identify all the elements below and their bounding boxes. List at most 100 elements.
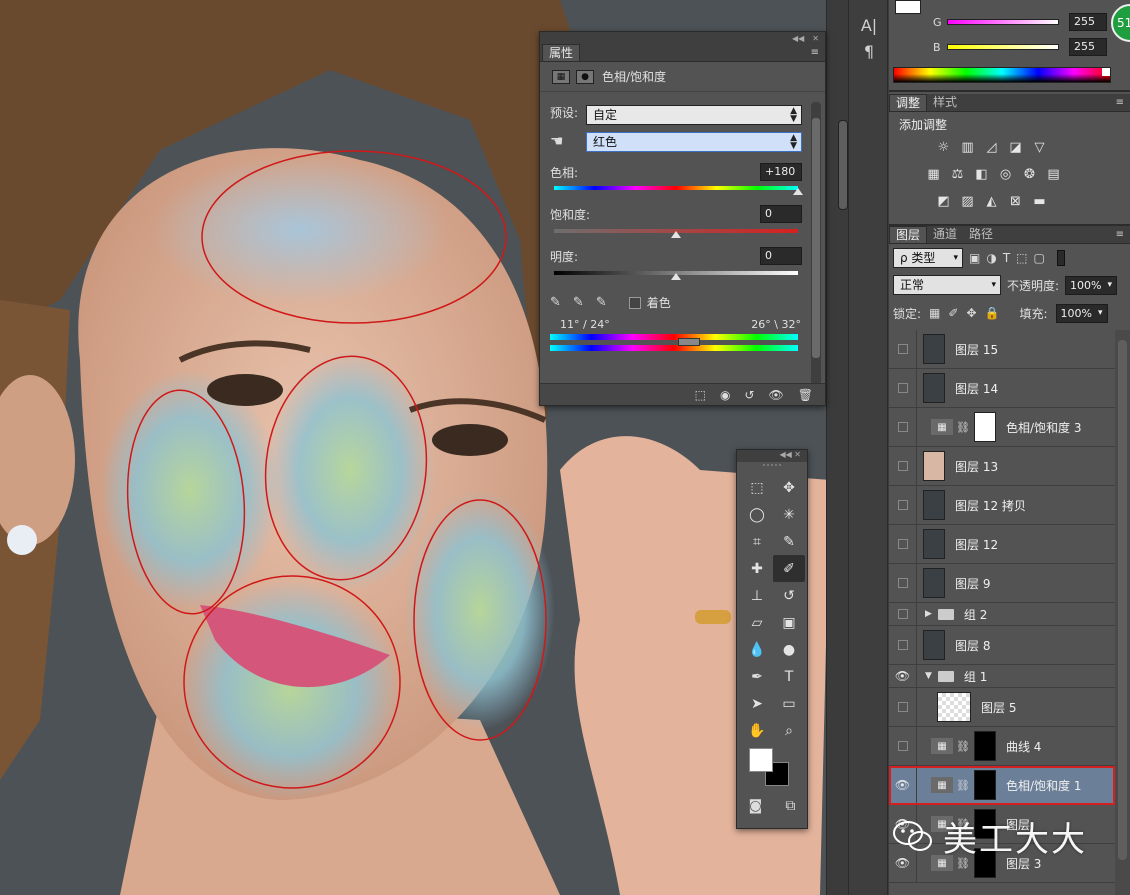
gradient-map-icon[interactable]: ▬ <box>1031 194 1048 209</box>
eyedropper-plus-icon[interactable]: ✎ <box>573 295 584 310</box>
layer-row[interactable]: 图层 13 <box>889 447 1115 486</box>
layer-row[interactable]: 图层 9 <box>889 564 1115 603</box>
eye-icon[interactable]: 👁 <box>889 844 917 882</box>
visibility-toggle[interactable] <box>889 330 917 368</box>
layer-row[interactable]: 图层 15 <box>889 330 1115 369</box>
layer-filter-dropdown[interactable]: ρ 类型 ▾ <box>893 248 963 268</box>
properties-scrollbar[interactable] <box>811 102 821 392</box>
hue-saturation-icon[interactable]: ▦ <box>552 69 570 84</box>
posterize-icon[interactable]: ▨ <box>959 194 976 209</box>
visibility-toggle[interactable] <box>889 564 917 602</box>
dodge-tool-icon[interactable]: ● <box>773 636 805 663</box>
expand-chevron-icon[interactable]: ▼ <box>925 671 932 681</box>
foreground-swatch[interactable] <box>895 0 921 14</box>
layer-mask-thumbnail[interactable] <box>973 412 996 442</box>
layer-mask-thumbnail[interactable] <box>973 770 996 800</box>
panel-menu-icon[interactable]: ≡ <box>811 47 819 58</box>
filter-pixel-icon[interactable]: ▣ <box>969 251 980 265</box>
targeted-adjustment-hand-icon[interactable]: ☚ <box>550 132 563 150</box>
quick-mask-icon[interactable]: ◙ <box>749 798 763 814</box>
lightness-input[interactable]: 0 <box>760 247 802 265</box>
panel-menu-icon[interactable]: ≡ <box>1116 97 1124 108</box>
channel-b-slider[interactable] <box>947 44 1059 50</box>
color-balance-icon[interactable]: ⚖ <box>949 167 966 182</box>
layer-row[interactable]: 图层 8 <box>889 626 1115 665</box>
tab-layers[interactable]: 图层 <box>889 226 928 243</box>
layer-row[interactable]: 图层 12 <box>889 525 1115 564</box>
channel-g-slider[interactable] <box>947 19 1059 25</box>
saturation-input[interactable]: 0 <box>760 205 802 223</box>
link-chain-icon[interactable]: ⛓ <box>956 818 970 831</box>
layer-row[interactable]: 👁 ▦ ⛓ 图层 <box>889 805 1115 844</box>
gradient-tool-icon[interactable]: ▣ <box>773 609 805 636</box>
path-selection-tool-icon[interactable]: ➤ <box>741 690 773 717</box>
black-white-icon[interactable]: ◧ <box>973 167 990 182</box>
paragraph-icon[interactable]: ¶ <box>849 38 889 64</box>
eye-icon[interactable]: 👁 <box>889 805 917 843</box>
delete-icon[interactable]: 🗑 <box>798 388 813 402</box>
selective-color-icon[interactable]: ⊠ <box>1007 194 1024 209</box>
layer-row[interactable]: ▦ ⛓ 色相/饱和度 3 <box>889 408 1115 447</box>
layer-row[interactable]: 图层 12 拷贝 <box>889 486 1115 525</box>
zoom-tool-icon[interactable]: ⌕ <box>773 717 805 744</box>
color-lookup-icon[interactable]: ▤ <box>1045 167 1062 182</box>
visibility-toggle[interactable] <box>889 486 917 524</box>
pen-tool-icon[interactable]: ✒ <box>741 663 773 690</box>
lock-transparent-icon[interactable]: ▦ <box>929 306 940 320</box>
tab-adjustments[interactable]: 调整 <box>889 94 928 111</box>
layer-group-row[interactable]: ▶ 组 2 <box>889 603 1115 626</box>
character-icon[interactable]: A| <box>849 12 889 38</box>
filter-type-icon[interactable]: T <box>1003 251 1010 265</box>
properties-titlebar[interactable]: ◀◀ ✕ <box>540 32 825 44</box>
layers-scrollbar[interactable] <box>1115 330 1130 895</box>
visibility-toggle[interactable] <box>889 603 917 625</box>
eyedropper-tool-icon[interactable]: ✎ <box>773 528 805 555</box>
curves-icon[interactable]: ◿ <box>983 140 1000 155</box>
eraser-tool-icon[interactable]: ▱ <box>741 609 773 636</box>
hue-slider-knob[interactable] <box>793 188 803 195</box>
channel-b-value[interactable]: 255 <box>1069 38 1107 56</box>
lock-image-icon[interactable]: ✐ <box>948 306 958 320</box>
layer-row[interactable]: 图层 14 <box>889 369 1115 408</box>
healing-brush-tool-icon[interactable]: ✚ <box>741 555 773 582</box>
filter-toggle[interactable] <box>1056 250 1065 266</box>
hue-slider-track[interactable] <box>554 186 798 190</box>
fill-input[interactable]: 100% ▾ <box>1055 303 1108 323</box>
canvas-scrollbar[interactable] <box>826 0 848 895</box>
link-chain-icon[interactable]: ⛓ <box>956 421 970 434</box>
screen-mode-icon[interactable]: ⧉ <box>785 798 795 814</box>
shape-tool-icon[interactable]: ▭ <box>773 690 805 717</box>
layer-row[interactable]: 图层 5 <box>889 688 1115 727</box>
lock-all-icon[interactable]: 🔒 <box>985 306 1000 320</box>
blend-mode-dropdown[interactable]: 正常 ▾ <box>893 275 1001 295</box>
visibility-toggle[interactable] <box>889 727 917 765</box>
reset-icon[interactable]: ↺ <box>744 388 754 402</box>
invert-icon[interactable]: ◩ <box>935 194 952 209</box>
type-tool-icon[interactable]: T <box>773 663 805 690</box>
tab-channels[interactable]: 通道 <box>927 226 963 243</box>
visibility-toggle[interactable] <box>889 408 917 446</box>
link-chain-icon[interactable]: ⛓ <box>956 779 970 792</box>
toggle-visibility-icon[interactable]: 👁 <box>769 388 784 402</box>
layer-row[interactable]: 👁 ▦ ⛓ 图层 3 <box>889 844 1115 883</box>
visibility-toggle[interactable] <box>889 688 917 726</box>
marquee-tool-icon[interactable]: ⬚ <box>741 474 773 501</box>
hue-input[interactable]: +180 <box>760 163 802 181</box>
filter-shape-icon[interactable]: ⬚ <box>1016 251 1027 265</box>
visibility-toggle[interactable] <box>889 369 917 407</box>
filter-adjustment-icon[interactable]: ◑ <box>986 251 996 265</box>
tab-paths[interactable]: 路径 <box>963 226 999 243</box>
channel-g-value[interactable]: 255 <box>1069 13 1107 31</box>
blur-tool-icon[interactable]: 💧 <box>741 636 773 663</box>
mask-icon[interactable]: ● <box>576 69 594 84</box>
tab-styles[interactable]: 样式 <box>927 94 963 111</box>
move-tool-icon[interactable]: ✥ <box>773 474 805 501</box>
opacity-input[interactable]: 100% ▾ <box>1065 275 1118 295</box>
channel-mixer-icon[interactable]: ❂ <box>1021 167 1038 182</box>
filter-smart-icon[interactable]: ▢ <box>1034 251 1045 265</box>
preset-dropdown[interactable]: 自定 ▲ ▼ <box>586 105 802 125</box>
layer-group-row[interactable]: 👁 ▼ 组 1 <box>889 665 1115 688</box>
saturation-slider-knob[interactable] <box>671 231 681 238</box>
toolbox-titlebar[interactable]: ◀◀ ✕ <box>737 450 807 462</box>
clip-to-layer-icon[interactable]: ⬚ <box>695 388 706 402</box>
